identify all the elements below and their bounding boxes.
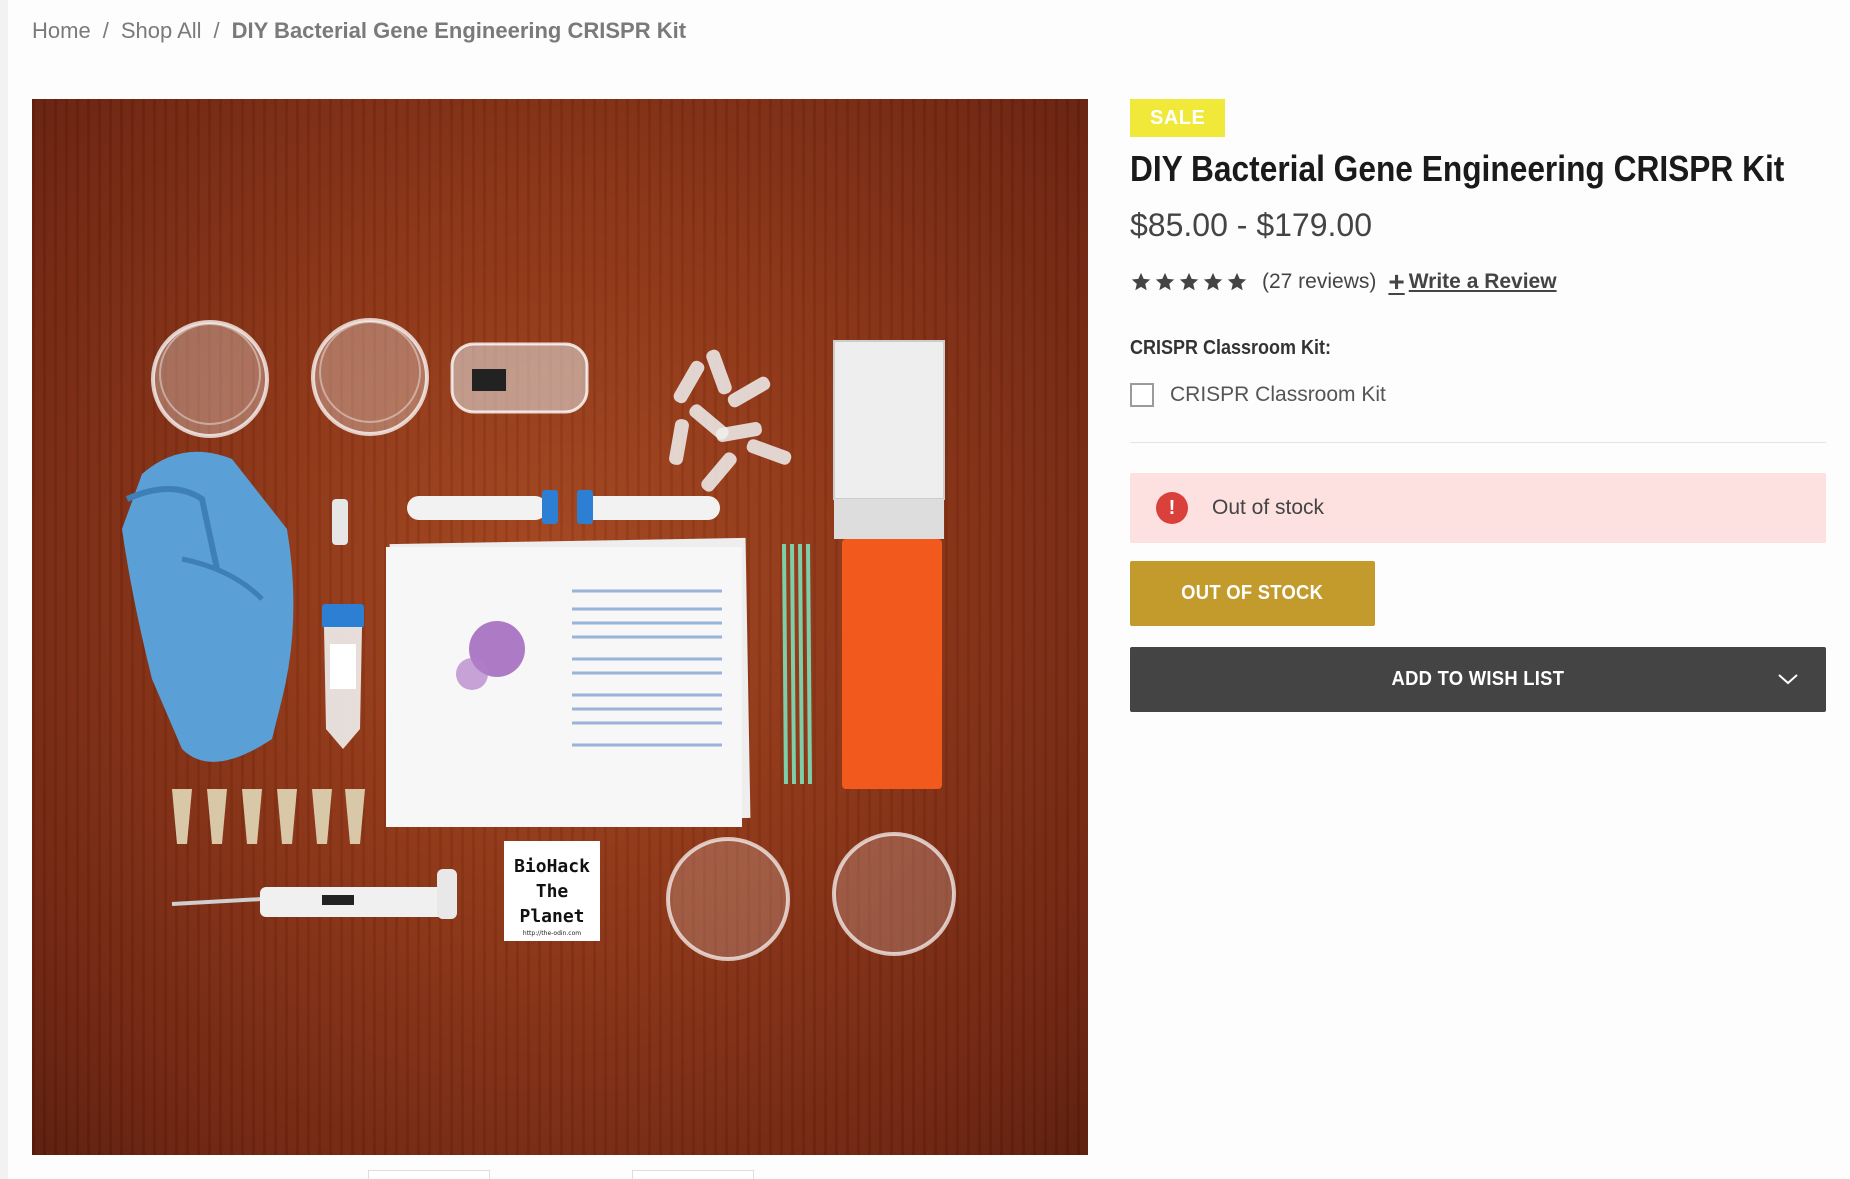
thumbnail[interactable] [368, 1170, 490, 1179]
out-of-stock-label: OUT OF STOCK [1181, 582, 1324, 604]
star-icon [1155, 272, 1175, 291]
pipette-tip-box [833, 340, 945, 539]
petri-dish [666, 837, 790, 961]
markers [407, 490, 720, 524]
star-icon [1227, 272, 1247, 291]
petri-dish [311, 318, 429, 436]
option-checkbox-row[interactable]: CRISPR Classroom Kit [1130, 380, 1826, 410]
rating-row: (27 reviews) + Write a Review [1130, 267, 1826, 297]
star-icon [1131, 272, 1151, 291]
petri-dish [151, 320, 269, 438]
option-label: CRISPR Classroom Kit: [1130, 337, 1332, 359]
stock-alert: ! Out of stock [1130, 473, 1826, 543]
star-rating[interactable] [1130, 271, 1248, 293]
breadcrumb: Home / Shop All / DIY Bacterial Gene Eng… [32, 18, 686, 44]
product-details: SALE DIY Bacterial Gene Engineering CRIS… [1130, 99, 1826, 712]
card-url: http://the-odin.com [523, 930, 581, 937]
micropipette [171, 869, 457, 919]
star-icon [1179, 272, 1199, 291]
thumbnail[interactable] [632, 1170, 754, 1179]
classroom-kit-checkbox[interactable] [1130, 383, 1154, 407]
breadcrumb-home[interactable]: Home [32, 18, 91, 44]
out-of-stock-button[interactable]: OUT OF STOCK [1130, 561, 1375, 626]
thumbnail-strip [0, 1170, 1100, 1179]
classroom-kit-option-label[interactable]: CRISPR Classroom Kit [1170, 383, 1386, 407]
breadcrumb-current: DIY Bacterial Gene Engineering CRISPR Ki… [231, 18, 687, 43]
stock-alert-text: Out of stock [1212, 496, 1325, 519]
card-line-1: BioHack [514, 856, 590, 877]
divider [1130, 442, 1826, 443]
wishlist-label: ADD TO WISH LIST [1391, 668, 1565, 690]
conical-tube [322, 604, 364, 749]
chevron-down-icon[interactable] [1776, 669, 1800, 689]
small-vial [332, 499, 348, 545]
page-edge [0, 0, 8, 1179]
tube-rack [842, 539, 942, 789]
product-page: Home / Shop All / DIY Bacterial Gene Eng… [0, 0, 1850, 1179]
microcentrifuge-tubes [669, 349, 792, 492]
exclamation-icon: ! [1156, 492, 1188, 524]
instruction-documents [386, 537, 751, 827]
nitrile-gloves [122, 451, 294, 762]
plus-icon: + [1388, 266, 1405, 297]
star-icon [1203, 272, 1223, 291]
write-review-label: Write a Review [1408, 270, 1557, 293]
product-price: $85.00 - $179.00 [1130, 207, 1372, 243]
review-count[interactable]: (27 reviews) [1262, 270, 1376, 294]
card-line-2: The [536, 881, 569, 902]
card-line-3: Planet [519, 906, 584, 927]
inoculation-loops [782, 543, 812, 785]
pcr-tubes [172, 789, 365, 844]
breadcrumb-shop-all[interactable]: Shop All [121, 18, 202, 44]
sale-badge: SALE [1130, 99, 1226, 137]
biohack-card: BioHack The Planet http://the-odin.com [504, 841, 600, 941]
petri-dish [832, 832, 956, 956]
product-image[interactable]: BioHack The Planet http://the-odin.com [32, 99, 1088, 1155]
product-title: DIY Bacterial Gene Engineering CRISPR Ki… [1130, 148, 1785, 189]
breadcrumb-separator: / [102, 18, 109, 43]
add-to-wishlist-button[interactable]: ADD TO WISH LIST [1130, 647, 1826, 712]
write-review-link[interactable]: + Write a Review [1388, 266, 1557, 297]
glass-bottle [450, 342, 589, 414]
kit-contents-illustration: BioHack The Planet http://the-odin.com [122, 318, 956, 961]
breadcrumb-separator: / [213, 18, 220, 43]
